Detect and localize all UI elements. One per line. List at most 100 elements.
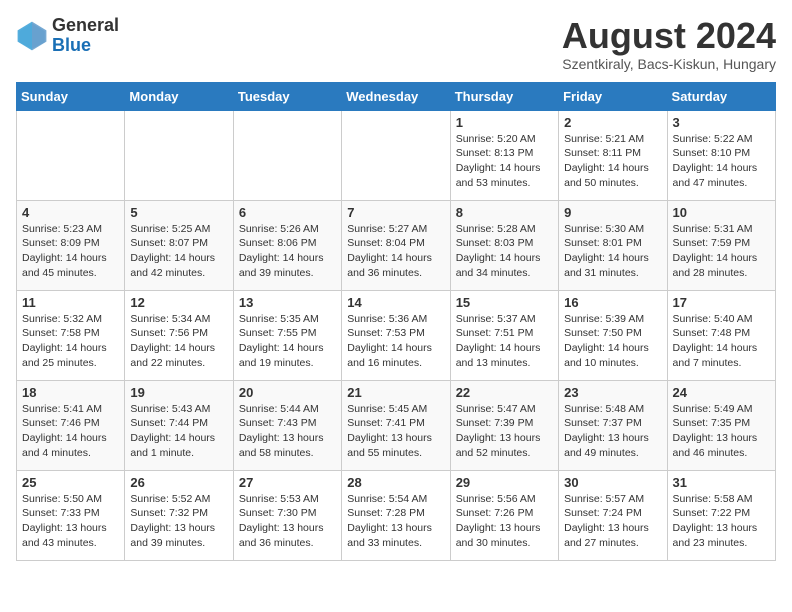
calendar-week-2: 4 Sunrise: 5:23 AM Sunset: 8:09 PM Daylig… [17, 200, 776, 290]
calendar: SundayMondayTuesdayWednesdayThursdayFrid… [16, 82, 776, 561]
calendar-cell: 25 Sunrise: 5:50 AM Sunset: 7:33 PM Dayli… [17, 470, 125, 560]
location: Szentkiraly, Bacs-Kiskun, Hungary [562, 56, 776, 72]
calendar-cell: 9Sunrise: 5:30 AM Sunset: 8:01 PM Daylig… [559, 200, 667, 290]
calendar-cell: 2 Sunrise: 5:21 AM Sunset: 8:11 PM Daylig… [559, 110, 667, 200]
day-number: 28 [347, 475, 444, 490]
calendar-cell [17, 110, 125, 200]
month-year: August 2024 [562, 16, 776, 56]
calendar-cell [342, 110, 450, 200]
day-number: 29 [456, 475, 553, 490]
day-number: 20 [239, 385, 336, 400]
day-number: 21 [347, 385, 444, 400]
day-info: Sunrise: 5:26 AM Sunset: 8:06 PM Dayligh… [239, 222, 336, 281]
calendar-cell: 26 Sunrise: 5:52 AM Sunset: 7:32 PM Dayli… [125, 470, 233, 560]
day-info: Sunrise: 5:52 AM Sunset: 7:32 PM Dayligh… [130, 492, 227, 551]
day-info: Sunrise: 5:54 AM Sunset: 7:28 PM Dayligh… [347, 492, 444, 551]
day-info: Sunrise: 5:35 AM Sunset: 7:55 PM Dayligh… [239, 312, 336, 371]
calendar-cell: 3Sunrise: 5:22 AM Sunset: 8:10 PM Daylig… [667, 110, 775, 200]
calendar-cell: 30Sunrise: 5:57 AM Sunset: 7:24 PM Dayli… [559, 470, 667, 560]
day-info: Sunrise: 5:32 AM Sunset: 7:58 PM Dayligh… [22, 312, 119, 371]
day-number: 23 [564, 385, 661, 400]
calendar-cell: 16 Sunrise: 5:39 AM Sunset: 7:50 PM Dayli… [559, 290, 667, 380]
day-info: Sunrise: 5:50 AM Sunset: 7:33 PM Dayligh… [22, 492, 119, 551]
day-number: 11 [22, 295, 119, 310]
calendar-cell: 31Sunrise: 5:58 AM Sunset: 7:22 PM Dayli… [667, 470, 775, 560]
day-number: 30 [564, 475, 661, 490]
logo-icon [16, 20, 48, 52]
calendar-cell: 4 Sunrise: 5:23 AM Sunset: 8:09 PM Daylig… [17, 200, 125, 290]
day-info: Sunrise: 5:47 AM Sunset: 7:39 PM Dayligh… [456, 402, 553, 461]
calendar-header-row: SundayMondayTuesdayWednesdayThursdayFrid… [17, 82, 776, 110]
calendar-cell [233, 110, 341, 200]
day-info: Sunrise: 5:31 AM Sunset: 7:59 PM Dayligh… [673, 222, 770, 281]
logo-text: General Blue [52, 16, 119, 56]
calendar-cell: 18Sunrise: 5:41 AM Sunset: 7:46 PM Dayli… [17, 380, 125, 470]
calendar-week-5: 25 Sunrise: 5:50 AM Sunset: 7:33 PM Dayli… [17, 470, 776, 560]
day-info: Sunrise: 5:37 AM Sunset: 7:51 PM Dayligh… [456, 312, 553, 371]
calendar-cell: 22 Sunrise: 5:47 AM Sunset: 7:39 PM Dayli… [450, 380, 558, 470]
day-info: Sunrise: 5:28 AM Sunset: 8:03 PM Dayligh… [456, 222, 553, 281]
day-number: 1 [456, 115, 553, 130]
day-number: 19 [130, 385, 227, 400]
calendar-cell: 29 Sunrise: 5:56 AM Sunset: 7:26 PM Dayli… [450, 470, 558, 560]
day-info: Sunrise: 5:58 AM Sunset: 7:22 PM Dayligh… [673, 492, 770, 551]
calendar-header-saturday: Saturday [667, 82, 775, 110]
day-info: Sunrise: 5:43 AM Sunset: 7:44 PM Dayligh… [130, 402, 227, 461]
calendar-cell: 19 Sunrise: 5:43 AM Sunset: 7:44 PM Dayli… [125, 380, 233, 470]
calendar-cell: 15 Sunrise: 5:37 AM Sunset: 7:51 PM Dayli… [450, 290, 558, 380]
calendar-cell: 5 Sunrise: 5:25 AM Sunset: 8:07 PM Daylig… [125, 200, 233, 290]
calendar-header-friday: Friday [559, 82, 667, 110]
calendar-header-wednesday: Wednesday [342, 82, 450, 110]
day-number: 22 [456, 385, 553, 400]
calendar-cell: 1 Sunrise: 5:20 AM Sunset: 8:13 PM Daylig… [450, 110, 558, 200]
calendar-week-4: 18Sunrise: 5:41 AM Sunset: 7:46 PM Dayli… [17, 380, 776, 470]
day-info: Sunrise: 5:23 AM Sunset: 8:09 PM Dayligh… [22, 222, 119, 281]
calendar-cell: 8 Sunrise: 5:28 AM Sunset: 8:03 PM Daylig… [450, 200, 558, 290]
logo-blue: Blue [52, 35, 91, 55]
title-area: August 2024 Szentkiraly, Bacs-Kiskun, Hu… [562, 16, 776, 72]
day-number: 4 [22, 205, 119, 220]
calendar-cell: 24 Sunrise: 5:49 AM Sunset: 7:35 PM Dayli… [667, 380, 775, 470]
day-info: Sunrise: 5:56 AM Sunset: 7:26 PM Dayligh… [456, 492, 553, 551]
day-info: Sunrise: 5:44 AM Sunset: 7:43 PM Dayligh… [239, 402, 336, 461]
calendar-header-monday: Monday [125, 82, 233, 110]
calendar-week-3: 11 Sunrise: 5:32 AM Sunset: 7:58 PM Dayli… [17, 290, 776, 380]
day-number: 8 [456, 205, 553, 220]
day-number: 27 [239, 475, 336, 490]
day-info: Sunrise: 5:49 AM Sunset: 7:35 PM Dayligh… [673, 402, 770, 461]
logo: General Blue [16, 16, 119, 56]
logo-general: General [52, 15, 119, 35]
day-number: 5 [130, 205, 227, 220]
day-number: 18 [22, 385, 119, 400]
day-info: Sunrise: 5:39 AM Sunset: 7:50 PM Dayligh… [564, 312, 661, 371]
day-info: Sunrise: 5:48 AM Sunset: 7:37 PM Dayligh… [564, 402, 661, 461]
calendar-cell: 14Sunrise: 5:36 AM Sunset: 7:53 PM Dayli… [342, 290, 450, 380]
calendar-header-thursday: Thursday [450, 82, 558, 110]
header: General Blue August 2024 Szentkiraly, Ba… [16, 16, 776, 72]
day-info: Sunrise: 5:25 AM Sunset: 8:07 PM Dayligh… [130, 222, 227, 281]
calendar-cell: 6Sunrise: 5:26 AM Sunset: 8:06 PM Daylig… [233, 200, 341, 290]
day-number: 13 [239, 295, 336, 310]
day-info: Sunrise: 5:36 AM Sunset: 7:53 PM Dayligh… [347, 312, 444, 371]
day-number: 26 [130, 475, 227, 490]
day-number: 16 [564, 295, 661, 310]
day-number: 9 [564, 205, 661, 220]
calendar-header-tuesday: Tuesday [233, 82, 341, 110]
calendar-cell: 13 Sunrise: 5:35 AM Sunset: 7:55 PM Dayli… [233, 290, 341, 380]
day-info: Sunrise: 5:20 AM Sunset: 8:13 PM Dayligh… [456, 132, 553, 191]
calendar-cell: 21Sunrise: 5:45 AM Sunset: 7:41 PM Dayli… [342, 380, 450, 470]
day-number: 10 [673, 205, 770, 220]
calendar-cell: 17 Sunrise: 5:40 AM Sunset: 7:48 PM Dayli… [667, 290, 775, 380]
day-info: Sunrise: 5:22 AM Sunset: 8:10 PM Dayligh… [673, 132, 770, 191]
day-number: 7 [347, 205, 444, 220]
day-number: 2 [564, 115, 661, 130]
day-number: 15 [456, 295, 553, 310]
day-number: 17 [673, 295, 770, 310]
day-info: Sunrise: 5:21 AM Sunset: 8:11 PM Dayligh… [564, 132, 661, 191]
calendar-cell: 12Sunrise: 5:34 AM Sunset: 7:56 PM Dayli… [125, 290, 233, 380]
day-info: Sunrise: 5:34 AM Sunset: 7:56 PM Dayligh… [130, 312, 227, 371]
day-info: Sunrise: 5:40 AM Sunset: 7:48 PM Dayligh… [673, 312, 770, 371]
day-info: Sunrise: 5:27 AM Sunset: 8:04 PM Dayligh… [347, 222, 444, 281]
day-number: 25 [22, 475, 119, 490]
day-number: 24 [673, 385, 770, 400]
